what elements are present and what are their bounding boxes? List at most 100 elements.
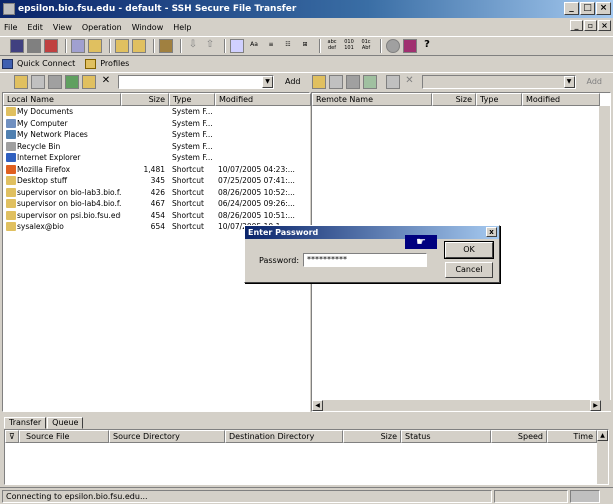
menu-file[interactable]: File xyxy=(4,23,17,32)
menu-help[interactable]: Help xyxy=(173,23,191,32)
print-icon[interactable] xyxy=(27,38,41,53)
binary-icon[interactable]: 010 101 xyxy=(342,39,356,53)
sync-icon[interactable] xyxy=(159,38,173,53)
minimize-button[interactable]: _ xyxy=(564,2,579,15)
scroll-right-icon[interactable]: ▶ xyxy=(590,400,601,411)
remote-path-input[interactable]: ▼ xyxy=(421,75,576,89)
local-refresh-icon[interactable] xyxy=(65,75,79,89)
cancel-button[interactable]: Cancel xyxy=(445,262,493,278)
col-local-size[interactable]: Size xyxy=(121,93,169,106)
table-row[interactable]: supervisor on bio-lab3.bio.f... 426 Shortc… xyxy=(3,187,309,199)
local-home-icon[interactable] xyxy=(31,75,45,89)
cell-type: System F... xyxy=(172,107,213,116)
local-folder-icon[interactable] xyxy=(82,75,96,89)
remote-up-icon[interactable] xyxy=(311,75,326,89)
table-row[interactable]: Internet Explorer System F... xyxy=(3,152,309,164)
scroll-left-icon[interactable]: ◀ xyxy=(312,400,323,411)
col-remote-modified[interactable]: Modified xyxy=(522,93,600,106)
list-icon[interactable]: ≡ xyxy=(264,39,278,53)
tab-queue[interactable]: Queue xyxy=(47,417,84,429)
cell-type: System F... xyxy=(172,153,213,162)
upload-icon[interactable]: ⇧ xyxy=(203,39,217,53)
menu-view[interactable]: View xyxy=(53,23,72,32)
download-icon[interactable]: ⇩ xyxy=(186,39,200,53)
up-folder-icon[interactable] xyxy=(132,38,146,53)
scroll-up-icon[interactable]: ▲ xyxy=(597,430,608,441)
col-time[interactable]: Time xyxy=(547,430,597,443)
mdi-close-button[interactable]: × xyxy=(598,20,611,31)
col-remote-name[interactable]: Remote Name xyxy=(312,93,432,106)
menu-edit[interactable]: Edit xyxy=(27,23,43,32)
col-local-type[interactable]: Type xyxy=(169,93,215,106)
font-icon[interactable]: Aa xyxy=(247,39,261,53)
new-folder-icon[interactable] xyxy=(115,38,129,53)
disconnect-icon[interactable] xyxy=(44,38,58,53)
table-row[interactable]: Recycle Bin System F... xyxy=(3,141,309,153)
transfer-pane[interactable]: ⊽ Source File Source Directory Destinati… xyxy=(4,429,609,485)
col-sort[interactable]: ⊽ xyxy=(5,430,19,443)
chevron-down-icon[interactable]: ▼ xyxy=(563,76,575,88)
table-row[interactable]: Mozilla Firefox 1,481 Shortcut 10/07/2005 0… xyxy=(3,164,309,176)
table-row[interactable]: My Computer System F... xyxy=(3,118,309,130)
ascii-icon[interactable]: abc def xyxy=(325,39,339,53)
stop-icon[interactable] xyxy=(386,38,400,53)
remote-scrollbar[interactable] xyxy=(599,106,610,411)
local-up-icon[interactable] xyxy=(14,75,28,89)
cell-size: 426 xyxy=(150,187,165,197)
paste-icon[interactable] xyxy=(88,38,102,53)
remote-new-folder-icon[interactable] xyxy=(345,75,360,89)
col-remote-type[interactable]: Type xyxy=(476,93,522,106)
details-icon[interactable]: ☷ xyxy=(281,39,295,53)
remote-delete-icon[interactable]: ✕ xyxy=(403,75,417,89)
local-new-folder-icon[interactable] xyxy=(48,75,62,89)
table-row[interactable]: My Network Places System F... xyxy=(3,129,309,141)
quick-connect-label: Quick Connect xyxy=(17,59,76,68)
remote-refresh-icon[interactable] xyxy=(362,75,377,89)
menu-window[interactable]: Window xyxy=(132,23,164,32)
password-field[interactable]: ********** xyxy=(303,253,427,267)
table-row[interactable]: Desktop stuff 345 Shortcut 07/25/2005 07:41… xyxy=(3,175,309,187)
table-row[interactable]: supervisor on bio-lab4.bio.f... 467 Shortc… xyxy=(3,198,309,210)
dialog-close-button[interactable]: x xyxy=(486,227,497,237)
remote-add-button[interactable]: Add xyxy=(581,75,607,89)
col-local-name[interactable]: Local Name xyxy=(3,93,121,106)
remote-home-icon[interactable] xyxy=(328,75,343,89)
transfer-scrollbar[interactable]: ▲ xyxy=(597,430,608,484)
auto-icon[interactable]: 01c Abf xyxy=(359,39,373,53)
remote-folder-icon[interactable] xyxy=(385,75,400,89)
col-remote-size[interactable]: Size xyxy=(432,93,476,106)
mdi-minimize-button[interactable]: _ xyxy=(570,20,583,31)
mdi-restore-button[interactable]: ▫ xyxy=(584,20,597,31)
cell-size: 467 xyxy=(150,199,165,208)
chevron-down-icon[interactable]: ▼ xyxy=(262,76,273,88)
cell-name: supervisor on bio-lab3.bio.f... xyxy=(17,187,121,197)
close-button[interactable]: × xyxy=(596,2,611,15)
terminal-icon[interactable] xyxy=(230,38,244,53)
tab-transfer[interactable]: Transfer xyxy=(4,417,47,429)
save-icon[interactable] xyxy=(10,38,24,53)
col-source-directory[interactable]: Source Directory xyxy=(109,430,225,443)
col-destination-directory[interactable]: Destination Directory xyxy=(225,430,343,443)
help-icon[interactable]: ? xyxy=(420,39,434,53)
local-add-button[interactable]: Add xyxy=(280,75,306,89)
menu-operation[interactable]: Operation xyxy=(82,23,122,32)
ok-button[interactable]: OK xyxy=(444,241,494,259)
col-speed[interactable]: Speed xyxy=(491,430,547,443)
col-status[interactable]: Status xyxy=(401,430,491,443)
table-row[interactable]: supervisor on psi.bio.fsu.edu 454 Shortcut… xyxy=(3,210,309,222)
tree-icon[interactable]: ⊞ xyxy=(298,39,312,53)
profile-icon[interactable] xyxy=(403,38,417,53)
col-source-file[interactable]: Source File xyxy=(19,430,109,443)
computer-icon xyxy=(6,118,16,128)
remote-hscrollbar[interactable]: ◀ ▶ xyxy=(312,400,612,411)
col-transfer-size[interactable]: Size xyxy=(343,430,401,443)
maximize-button[interactable]: □ xyxy=(580,2,595,15)
quick-connect-button[interactable]: Quick Connect xyxy=(2,58,76,69)
local-path-input[interactable]: ▼ xyxy=(118,75,274,89)
profiles-button[interactable]: Profiles xyxy=(85,58,129,69)
cell-modified: 08/26/2005 10:52:... xyxy=(218,187,295,197)
col-local-modified[interactable]: Modified xyxy=(215,93,311,106)
local-delete-icon[interactable]: ✕ xyxy=(99,75,113,89)
table-row[interactable]: My Documents System F... xyxy=(3,106,309,118)
copy-icon[interactable] xyxy=(71,38,85,53)
